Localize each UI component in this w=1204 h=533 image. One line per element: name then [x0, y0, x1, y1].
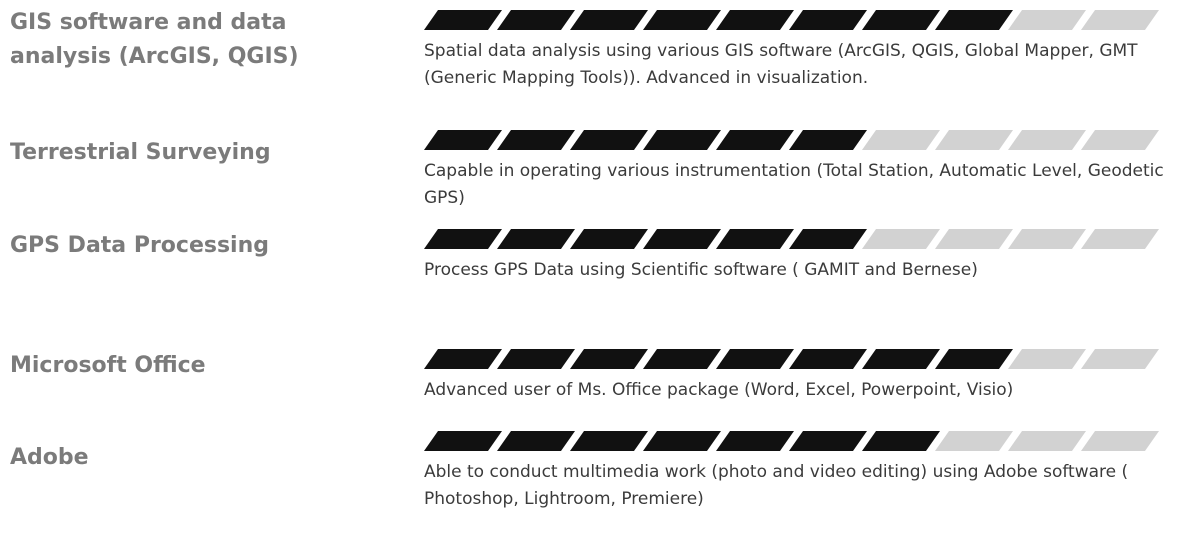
level-segment-filled	[715, 431, 794, 451]
level-segment-empty	[1080, 431, 1159, 451]
level-segment-filled	[496, 229, 575, 249]
level-segment-filled	[642, 431, 721, 451]
skill-description: Spatial data analysis using various GIS …	[424, 41, 1138, 88]
level-segment-empty	[1080, 10, 1159, 30]
skill-name: Terrestrial Surveying	[10, 140, 271, 165]
level-segment-filled	[496, 130, 575, 150]
level-segment-filled	[569, 349, 648, 369]
level-segment-empty	[934, 229, 1013, 249]
level-segment-filled	[861, 349, 940, 369]
level-segment-filled	[715, 349, 794, 369]
level-segment-filled	[423, 10, 502, 30]
level-segment-filled	[788, 10, 867, 30]
level-segment-filled	[496, 349, 575, 369]
level-segment-empty	[1080, 349, 1159, 369]
level-segment-empty	[861, 130, 940, 150]
level-segment-filled	[715, 229, 794, 249]
level-segment-filled	[569, 431, 648, 451]
skill-level-bar	[423, 229, 1160, 253]
level-segment-empty	[1007, 431, 1086, 451]
skill-level-bar	[423, 10, 1160, 34]
level-segment-filled	[423, 229, 502, 249]
level-segment-filled	[788, 349, 867, 369]
level-segment-filled	[715, 10, 794, 30]
level-segment-empty	[861, 229, 940, 249]
level-segment-filled	[934, 349, 1013, 369]
level-segment-filled	[642, 349, 721, 369]
level-segment-filled	[423, 130, 502, 150]
skill-name: GPS Data Processing	[10, 233, 270, 258]
level-segment-filled	[496, 431, 575, 451]
level-segment-filled	[642, 130, 721, 150]
level-segment-empty	[1080, 229, 1159, 249]
level-segment-filled	[642, 10, 721, 30]
skill-description: Process GPS Data using Scientific softwa…	[424, 260, 978, 280]
level-segment-filled	[934, 10, 1013, 30]
level-segment-filled	[861, 431, 940, 451]
skill-level-bar	[423, 130, 1160, 154]
level-segment-filled	[569, 10, 648, 30]
level-segment-filled	[715, 130, 794, 150]
level-segment-filled	[642, 229, 721, 249]
skill-name: GIS software and data analysis (ArcGIS, …	[10, 10, 299, 69]
level-segment-filled	[861, 10, 940, 30]
skill-description: Able to conduct multimedia work (photo a…	[424, 462, 1129, 509]
skill-level-bar	[423, 349, 1160, 373]
level-segment-filled	[423, 431, 502, 451]
level-segment-empty	[934, 431, 1013, 451]
skill-level-bar	[423, 431, 1160, 455]
level-segment-empty	[1007, 10, 1086, 30]
level-segment-filled	[788, 431, 867, 451]
level-segment-filled	[569, 229, 648, 249]
level-segment-empty	[1080, 130, 1159, 150]
level-segment-filled	[788, 130, 867, 150]
skill-description: Capable in operating various instrumenta…	[424, 161, 1164, 208]
skill-name: Microsoft Office	[10, 353, 206, 378]
level-segment-empty	[1007, 349, 1086, 369]
skill-name: Adobe	[10, 445, 89, 470]
level-segment-empty	[934, 130, 1013, 150]
level-segment-filled	[496, 10, 575, 30]
level-segment-filled	[569, 130, 648, 150]
level-segment-empty	[1007, 130, 1086, 150]
skill-description: Advanced user of Ms. Office package (Wor…	[424, 380, 1014, 400]
level-segment-filled	[788, 229, 867, 249]
level-segment-filled	[423, 349, 502, 369]
level-segment-empty	[1007, 229, 1086, 249]
